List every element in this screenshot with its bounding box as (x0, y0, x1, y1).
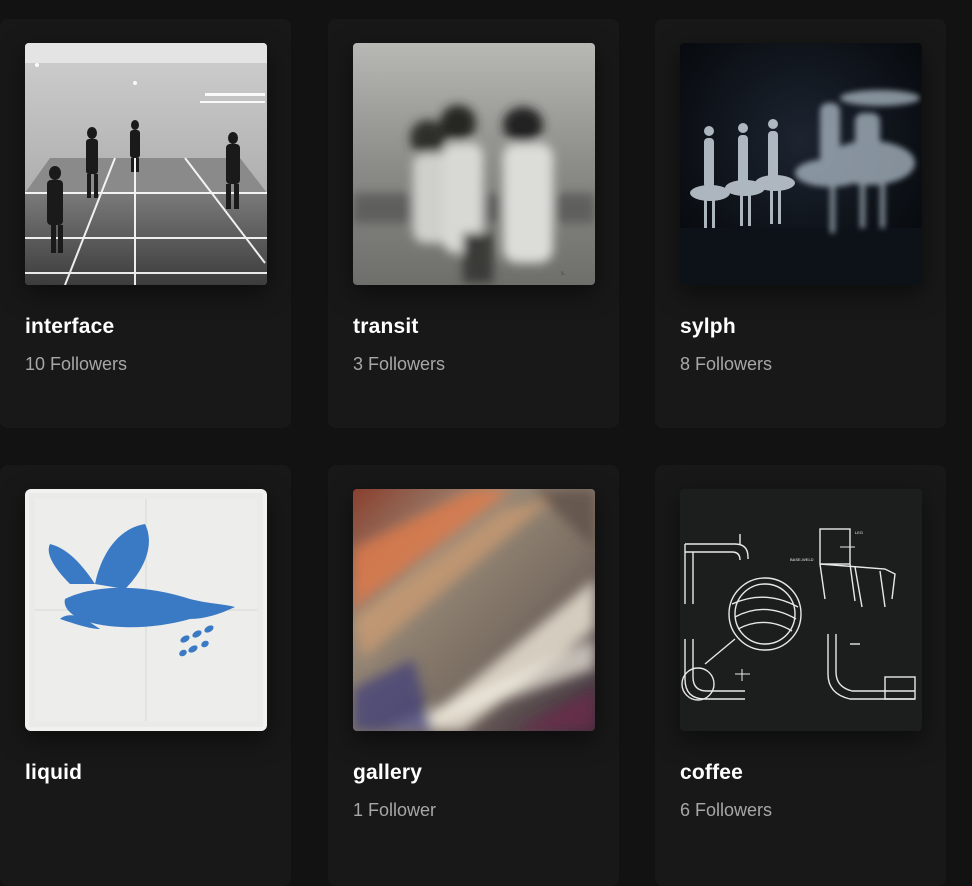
playlist-card-gallery[interactable]: gallery 1 Follower (328, 465, 619, 886)
playlist-title[interactable]: interface (25, 315, 114, 339)
playlist-title[interactable]: gallery (353, 761, 422, 785)
playlist-card-liquid[interactable]: liquid (0, 465, 291, 886)
ballet-dancers-photo (680, 43, 922, 285)
playlist-cover-image[interactable] (25, 43, 267, 285)
playlist-card-interface[interactable]: interface 10 Followers (0, 19, 291, 428)
playlist-card-transit[interactable]: s. transit 3 Followers (328, 19, 619, 428)
follower-count: 8 Followers (680, 354, 773, 374)
follower-count: 1 Follower (353, 800, 437, 820)
svg-text:BASE-WELD: BASE-WELD (790, 557, 814, 562)
playlist-title[interactable]: coffee (680, 761, 743, 785)
playlist-grid: interface 10 Followers s. transit 3 Foll… (0, 0, 972, 886)
playlist-card-sylph[interactable]: sylph 8 Followers (655, 19, 946, 428)
playlist-title[interactable]: liquid (25, 761, 82, 785)
gallery-room-photo (25, 43, 267, 285)
abstract-light-streaks (353, 489, 595, 731)
playlist-card-coffee[interactable]: LEG BASE-WELD coffee 6 Followers (655, 465, 946, 886)
follower-count: 3 Followers (353, 354, 446, 374)
follower-count: 6 Followers (680, 800, 773, 820)
playlist-cover-image[interactable]: s. (353, 43, 595, 285)
playlist-title[interactable]: transit (353, 315, 419, 339)
playlist-cover-image[interactable]: LEG BASE-WELD (680, 489, 922, 731)
playlist-title[interactable]: sylph (680, 315, 736, 339)
follower-count: 10 Followers (25, 354, 128, 374)
blue-dove-print (25, 489, 267, 731)
blurred-figures-photo: s. (353, 43, 595, 285)
playlist-cover-image[interactable] (25, 489, 267, 731)
playlist-cover-image[interactable] (680, 43, 922, 285)
svg-text:LEG: LEG (855, 530, 863, 535)
playlist-cover-image[interactable] (353, 489, 595, 731)
chair-design-drawing: LEG BASE-WELD (680, 489, 922, 731)
svg-text:s.: s. (561, 269, 566, 277)
